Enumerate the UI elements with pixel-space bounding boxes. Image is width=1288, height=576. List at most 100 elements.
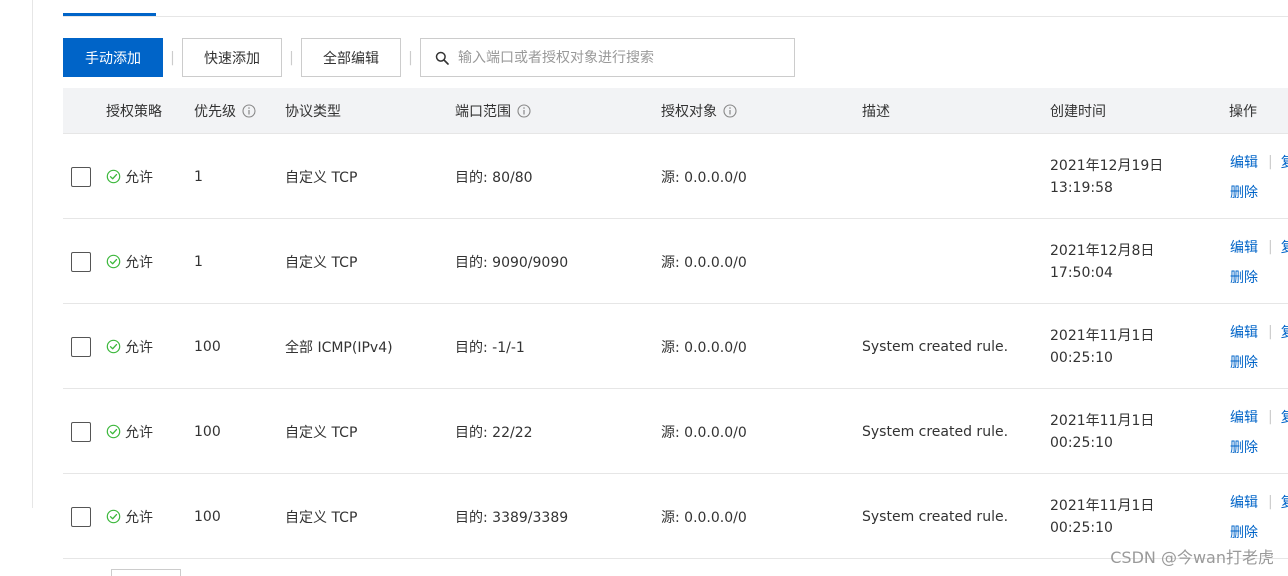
- info-icon[interactable]: [517, 104, 531, 118]
- search-icon: [435, 51, 449, 65]
- row-checkbox[interactable]: [71, 252, 91, 272]
- edit-link[interactable]: 编辑: [1230, 322, 1258, 342]
- copy-link[interactable]: 复: [1281, 152, 1288, 172]
- actions-line: 编辑 | 复: [1230, 237, 1288, 257]
- description-cell: System created rule.: [862, 508, 1009, 525]
- table-row: 允许 1 自定义 TCP 目的: 80/80 源: 0.0.0.0/0 2021…: [63, 134, 1288, 219]
- active-tab-indicator: [63, 13, 156, 16]
- auth-object-cell: 源: 0.0.0.0/0: [661, 339, 747, 356]
- header-auth-object: 授权对象: [661, 88, 737, 134]
- row-checkbox[interactable]: [71, 167, 91, 187]
- actions-cell: 编辑 | 复 删除: [1230, 134, 1288, 219]
- actions-line: 删除: [1230, 437, 1288, 457]
- policy-label: 允许: [125, 254, 153, 271]
- actions-line: 编辑 | 复: [1230, 322, 1288, 342]
- header-policy: 授权策略: [106, 104, 162, 120]
- protocol-cell: 自定义 TCP: [285, 424, 358, 441]
- table-row: 允许 1 自定义 TCP 目的: 9090/9090 源: 0.0.0.0/0 …: [63, 219, 1288, 304]
- check-circle-icon: [106, 509, 121, 524]
- row-checkbox[interactable]: [71, 422, 91, 442]
- policy-label: 允许: [125, 339, 153, 356]
- priority-cell: 100: [194, 508, 221, 525]
- watermark-text: CSDN @今wan打老虎: [1110, 548, 1274, 567]
- action-separator: |: [1268, 238, 1273, 255]
- action-separator: |: [1268, 153, 1273, 170]
- policy-label: 允许: [125, 424, 153, 441]
- actions-cell: 编辑 | 复 删除: [1230, 389, 1288, 474]
- manual-add-button[interactable]: 手动添加: [63, 38, 163, 77]
- delete-link[interactable]: 删除: [1230, 267, 1258, 287]
- priority-cell: 1: [194, 253, 203, 270]
- row-checkbox[interactable]: [71, 507, 91, 527]
- left-panel-border: [32, 0, 33, 508]
- actions-line: 编辑 | 复: [1230, 492, 1288, 512]
- header-created: 创建时间: [1050, 104, 1106, 120]
- created-date: 2021年12月8日 17:50:04: [1050, 242, 1155, 281]
- auth-object-cell: 源: 0.0.0.0/0: [661, 169, 747, 186]
- auth-object-cell: 源: 0.0.0.0/0: [661, 254, 747, 271]
- table-row: 允许 100 全部 ICMP(IPv4) 目的: -1/-1 源: 0.0.0.…: [63, 304, 1288, 389]
- quick-add-button[interactable]: 快速添加: [182, 38, 282, 77]
- check-circle-icon: [106, 339, 121, 354]
- actions-cell: 编辑 | 复 删除: [1230, 304, 1288, 389]
- toolbar-separator: |: [170, 49, 175, 66]
- row-checkbox[interactable]: [71, 337, 91, 357]
- copy-link[interactable]: 复: [1281, 237, 1288, 257]
- policy-label: 允许: [125, 169, 153, 186]
- protocol-cell: 全部 ICMP(IPv4): [285, 339, 393, 356]
- protocol-cell: 自定义 TCP: [285, 509, 358, 526]
- actions-line: 删除: [1230, 267, 1288, 287]
- toolbar-separator: |: [408, 49, 413, 66]
- created-date: 2021年11月1日 00:25:10: [1050, 327, 1155, 366]
- check-circle-icon: [106, 424, 121, 439]
- toolbar: 手动添加 | 快速添加 | 全部编辑 |: [63, 38, 795, 77]
- tab-bar-divider: [63, 16, 1288, 17]
- delete-link[interactable]: 删除: [1230, 182, 1258, 202]
- table-row: 允许 100 自定义 TCP 目的: 22/22 源: 0.0.0.0/0 Sy…: [63, 389, 1288, 474]
- copy-link[interactable]: 复: [1281, 407, 1288, 427]
- pagination-control[interactable]: [111, 569, 181, 576]
- port-range-cell: 目的: -1/-1: [455, 339, 525, 356]
- created-time-cell: 2021年11月1日 00:25:10: [1050, 304, 1220, 389]
- description-cell: System created rule.: [862, 423, 1009, 440]
- copy-link[interactable]: 复: [1281, 322, 1288, 342]
- info-icon[interactable]: [723, 104, 737, 118]
- port-range-cell: 目的: 80/80: [455, 169, 533, 186]
- search-input[interactable]: [458, 49, 778, 66]
- header-actions: 操作: [1229, 104, 1257, 120]
- policy-cell: 允许: [106, 389, 153, 474]
- edit-all-button[interactable]: 全部编辑: [301, 38, 401, 77]
- action-separator: |: [1268, 493, 1273, 510]
- table-header: 授权策略 优先级 协议类型 端口范围 授权对象 描述 创建时间 操作: [63, 88, 1288, 134]
- edit-link[interactable]: 编辑: [1230, 407, 1258, 427]
- edit-link[interactable]: 编辑: [1230, 152, 1258, 172]
- priority-cell: 100: [194, 423, 221, 440]
- edit-link[interactable]: 编辑: [1230, 237, 1258, 257]
- header-port-range: 端口范围: [455, 88, 531, 134]
- delete-link[interactable]: 删除: [1230, 352, 1258, 372]
- created-date: 2021年11月1日 00:25:10: [1050, 497, 1155, 536]
- edit-link[interactable]: 编辑: [1230, 492, 1258, 512]
- protocol-cell: 自定义 TCP: [285, 169, 358, 186]
- actions-line: 删除: [1230, 522, 1288, 542]
- actions-line: 删除: [1230, 352, 1288, 372]
- port-range-cell: 目的: 22/22: [455, 424, 533, 441]
- priority-cell: 100: [194, 338, 221, 355]
- check-circle-icon: [106, 254, 121, 269]
- copy-link[interactable]: 复: [1281, 492, 1288, 512]
- search-box[interactable]: [420, 38, 795, 77]
- policy-label: 允许: [125, 509, 153, 526]
- auth-object-cell: 源: 0.0.0.0/0: [661, 509, 747, 526]
- check-circle-icon: [106, 169, 121, 184]
- priority-cell: 1: [194, 168, 203, 185]
- delete-link[interactable]: 删除: [1230, 437, 1258, 457]
- created-date: 2021年11月1日 00:25:10: [1050, 412, 1155, 451]
- actions-cell: 编辑 | 复 删除: [1230, 219, 1288, 304]
- action-separator: |: [1268, 323, 1273, 340]
- policy-cell: 允许: [106, 219, 153, 304]
- delete-link[interactable]: 删除: [1230, 522, 1258, 542]
- actions-line: 编辑 | 复: [1230, 407, 1288, 427]
- created-date: 2021年12月19日: [1050, 157, 1164, 174]
- info-icon[interactable]: [242, 104, 256, 118]
- table-row: 允许 100 自定义 TCP 目的: 3389/3389 源: 0.0.0.0/…: [63, 474, 1288, 559]
